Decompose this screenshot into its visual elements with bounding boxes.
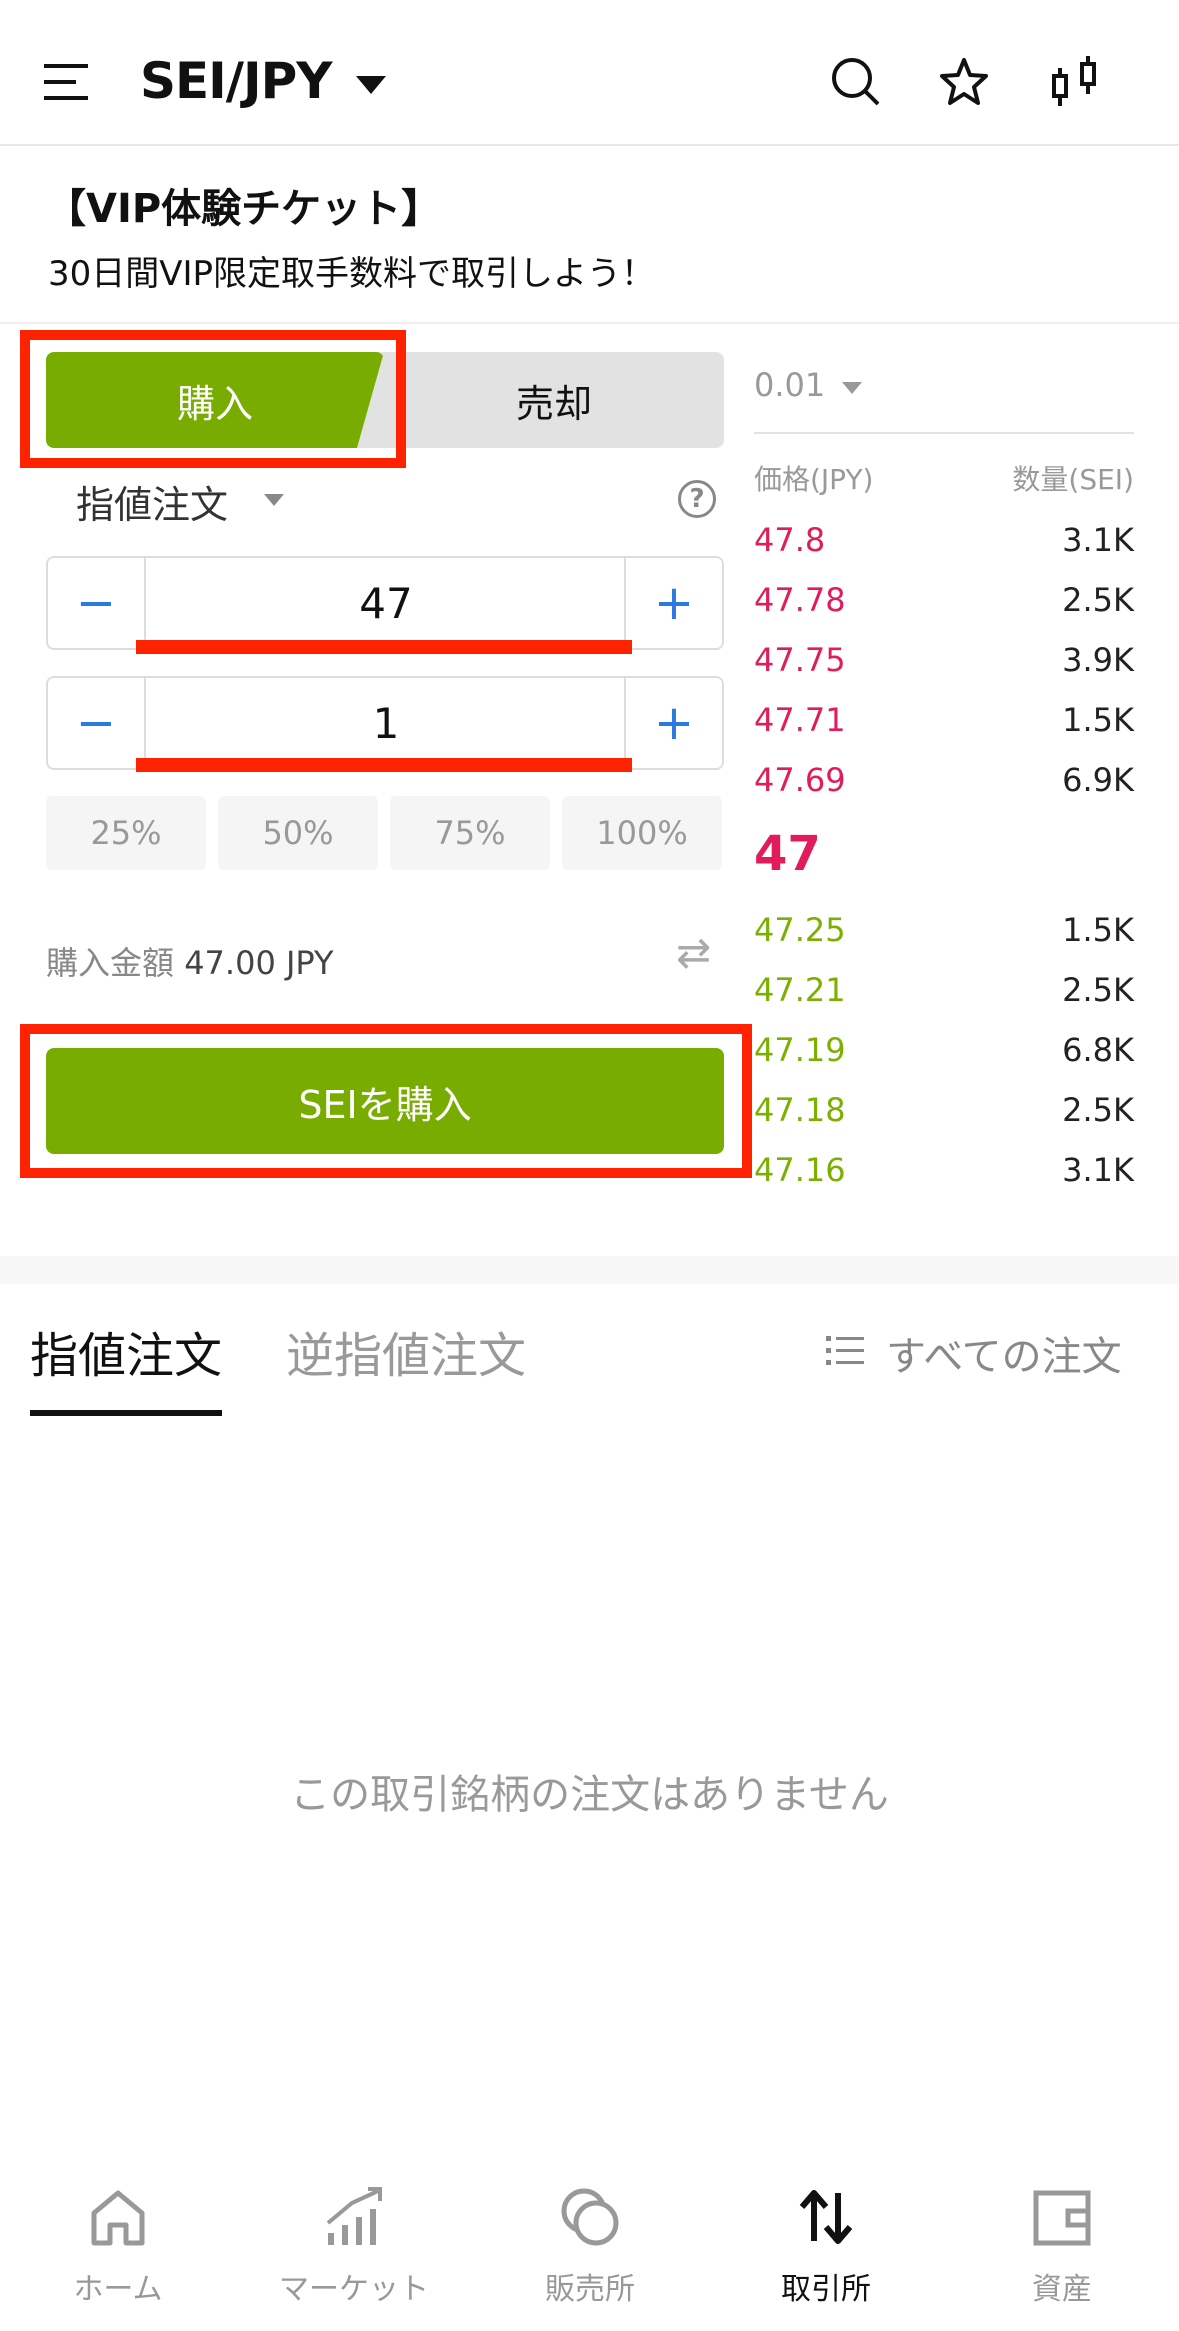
ask-price: 47.78 xyxy=(754,581,846,619)
price-minus-button[interactable]: − xyxy=(48,558,146,648)
ask-quantity: 3.1K xyxy=(1062,521,1134,559)
price-plus-button[interactable]: + xyxy=(624,558,722,648)
app-header: SEI/JPY xyxy=(0,0,1179,146)
quantity-column-header: 数量(SEI) xyxy=(1012,463,1134,496)
section-separator xyxy=(0,1256,1179,1284)
ask-quantity: 1.5K xyxy=(1062,701,1134,739)
percent-75-button[interactable]: 75% xyxy=(390,796,550,870)
empty-state-message: この取引銘柄の注文はありません xyxy=(290,1772,889,1818)
percent-25-button[interactable]: 25% xyxy=(46,796,206,870)
ask-row[interactable]: 47.69 6.9K xyxy=(754,750,1134,810)
order-type-select[interactable]: 指値注文 xyxy=(76,474,228,529)
bid-quantity: 3.1K xyxy=(1062,1151,1134,1189)
quantity-input[interactable]: 1 xyxy=(146,678,626,768)
bid-quantity: 2.5K xyxy=(1062,1091,1134,1129)
orderbook-divider xyxy=(754,432,1134,434)
bid-quantity: 2.5K xyxy=(1062,971,1134,1009)
nav-shop[interactable]: 販売所 xyxy=(472,2160,708,2331)
ask-quantity: 6.9K xyxy=(1062,761,1134,799)
exchange-shop-icon xyxy=(558,2184,622,2250)
home-icon xyxy=(86,2184,150,2250)
banner-subtitle[interactable]: 30日間VIP限定取手数料で取引しよう！ xyxy=(48,246,655,295)
percent-50-button[interactable]: 50% xyxy=(218,796,378,870)
swap-icon[interactable]: ⇄ xyxy=(676,928,711,977)
ask-row[interactable]: 47.78 2.5K xyxy=(754,570,1134,630)
market-icon xyxy=(322,2184,386,2250)
star-icon[interactable] xyxy=(938,56,990,108)
last-price[interactable]: 47 xyxy=(754,826,821,882)
tab-limit-orders[interactable]: 指値注文 xyxy=(30,1316,222,1386)
wallet-icon xyxy=(1030,2184,1094,2250)
tick-size-value: 0.01 xyxy=(754,366,826,404)
nav-assets[interactable]: 資産 xyxy=(944,2160,1179,2331)
price-stepper: − 47 + xyxy=(46,556,724,650)
bid-price: 47.25 xyxy=(754,911,846,949)
bid-row[interactable]: 47.18 2.5K xyxy=(754,1080,1134,1140)
nav-exchange-label: 取引所 xyxy=(781,2272,871,2307)
amount-readout: 購入金額 47.00 JPY xyxy=(46,938,334,984)
nav-market[interactable]: マーケット xyxy=(236,2160,472,2331)
nav-home[interactable]: ホーム xyxy=(0,2160,236,2331)
active-tab-indicator xyxy=(30,1410,222,1416)
order-type-label: 指値注文 xyxy=(76,483,229,527)
bid-price: 47.19 xyxy=(754,1031,846,1069)
bid-price: 47.18 xyxy=(754,1091,846,1129)
pair-title[interactable]: SEI/JPY xyxy=(140,52,332,110)
sell-tab[interactable]: 売却 xyxy=(384,352,724,448)
highlight-box-buy-tab xyxy=(20,330,406,468)
tab-stop-orders[interactable]: 逆指値注文 xyxy=(286,1316,526,1386)
bid-row[interactable]: 47.19 6.8K xyxy=(754,1020,1134,1080)
amount-value: 47.00 JPY xyxy=(184,944,334,982)
ask-quantity: 2.5K xyxy=(1062,581,1134,619)
all-orders-label: すべての注文 xyxy=(886,1334,1122,1380)
bid-row[interactable]: 47.16 3.1K xyxy=(754,1140,1134,1200)
nav-market-label: マーケット xyxy=(279,2272,429,2307)
ask-price: 47.75 xyxy=(754,641,846,679)
nav-home-label: ホーム xyxy=(73,2272,163,2307)
bid-price: 47.16 xyxy=(754,1151,846,1189)
order-type-dropdown-icon[interactable] xyxy=(264,494,284,506)
menu-icon[interactable] xyxy=(42,58,90,106)
quantity-minus-button[interactable]: − xyxy=(48,678,146,768)
trade-arrows-icon xyxy=(794,2184,858,2250)
ask-row[interactable]: 47.8 3.1K xyxy=(754,510,1134,570)
help-icon[interactable]: ? xyxy=(678,480,716,518)
ask-quantity: 3.9K xyxy=(1062,641,1134,679)
bottom-nav: ホーム マーケット 販売所 取引所 資産 xyxy=(0,2160,1179,2331)
candlestick-icon[interactable] xyxy=(1048,54,1104,110)
bid-price: 47.21 xyxy=(754,971,846,1009)
quantity-plus-button[interactable]: + xyxy=(624,678,722,768)
bid-row[interactable]: 47.25 1.5K xyxy=(754,900,1134,960)
ask-price: 47.69 xyxy=(754,761,846,799)
highlight-underline-quantity xyxy=(136,758,632,772)
pair-dropdown-icon[interactable] xyxy=(356,76,386,94)
tick-size-select[interactable]: 0.01 xyxy=(754,366,825,404)
price-column-header: 価格(JPY) xyxy=(754,463,874,496)
quantity-stepper: − 1 + xyxy=(46,676,724,770)
price-input[interactable]: 47 xyxy=(146,558,626,648)
bid-quantity: 6.8K xyxy=(1062,1031,1134,1069)
banner-title[interactable]: 【VIP体験チケット】 xyxy=(46,176,441,234)
list-icon xyxy=(826,1330,864,1376)
bid-row[interactable]: 47.21 2.5K xyxy=(754,960,1134,1020)
ask-price: 47.71 xyxy=(754,701,846,739)
nav-exchange[interactable]: 取引所 xyxy=(708,2160,944,2331)
nav-shop-label: 販売所 xyxy=(545,2272,635,2307)
highlight-underline-price xyxy=(136,640,632,654)
highlight-box-buy-button xyxy=(20,1024,752,1178)
ask-row[interactable]: 47.71 1.5K xyxy=(754,690,1134,750)
ask-price: 47.8 xyxy=(754,521,826,559)
tick-dropdown-icon[interactable] xyxy=(842,382,862,394)
ask-row[interactable]: 47.75 3.9K xyxy=(754,630,1134,690)
nav-assets-label: 資産 xyxy=(1032,2272,1092,2307)
search-icon[interactable] xyxy=(830,56,882,108)
divider xyxy=(0,322,1179,324)
amount-label: 購入金額 xyxy=(46,944,175,982)
percent-100-button[interactable]: 100% xyxy=(562,796,722,870)
all-orders-link[interactable]: すべての注文 xyxy=(826,1324,1122,1382)
bid-quantity: 1.5K xyxy=(1062,911,1134,949)
